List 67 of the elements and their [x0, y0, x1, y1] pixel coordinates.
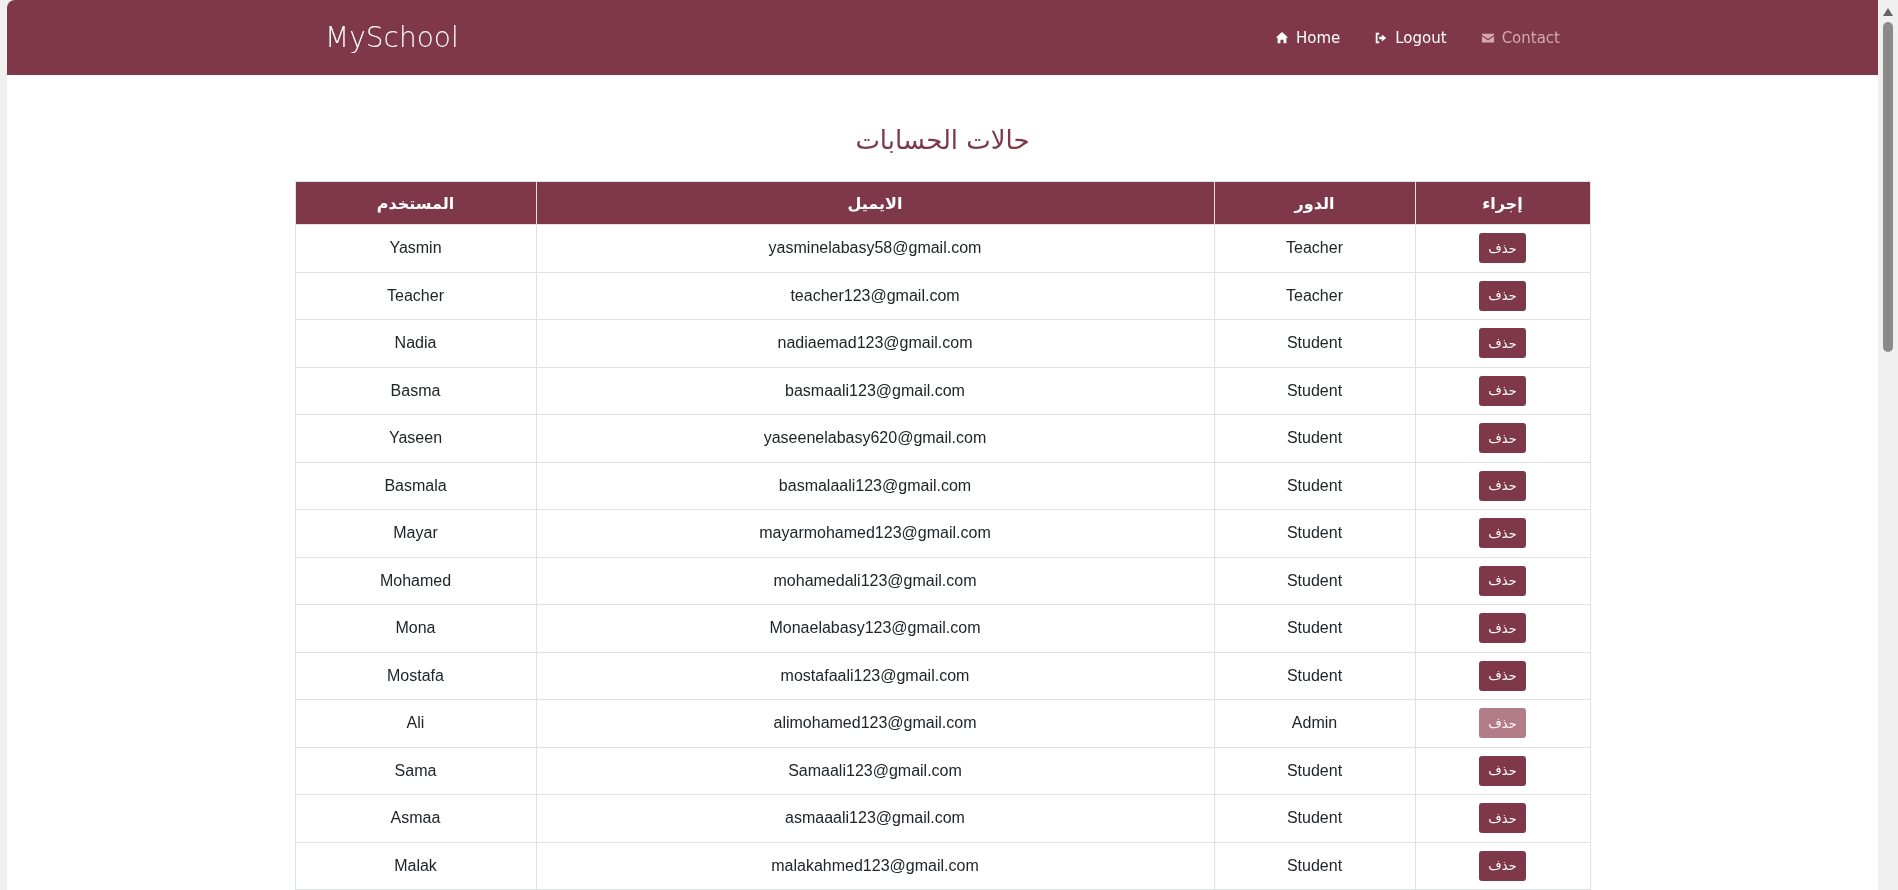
table-cell: Student [1214, 604, 1415, 652]
table-cell: basmaali123@gmail.com [536, 367, 1214, 415]
table-cell: basmalaali123@gmail.com [536, 462, 1214, 510]
table-cell: Yaseen [295, 414, 536, 462]
logout-icon [1374, 30, 1389, 45]
table-cell: Student [1214, 557, 1415, 605]
delete-button[interactable]: حذف [1479, 613, 1526, 644]
delete-button[interactable]: حذف [1479, 233, 1526, 264]
delete-button[interactable]: حذف [1479, 518, 1526, 549]
table-cell: Mohamed [295, 557, 536, 605]
home-icon [1275, 30, 1289, 45]
table-cell: Student [1214, 319, 1415, 367]
table-cell: Mona [295, 604, 536, 652]
table-cell: yaseenelabasy620@gmail.com [536, 414, 1214, 462]
column-header: الايميل [536, 181, 1214, 225]
table-cell: asmaaali123@gmail.com [536, 794, 1214, 842]
table-cell: malakahmed123@gmail.com [536, 842, 1214, 890]
table-cell: Basma [295, 367, 536, 415]
table-cell: yasminelabasy58@gmail.com [536, 224, 1214, 272]
delete-button[interactable]: حذف [1479, 850, 1526, 881]
table-cell: Sama [295, 747, 536, 795]
delete-button[interactable]: حذف [1479, 470, 1526, 501]
delete-button[interactable]: حذف [1479, 280, 1526, 311]
table-cell: Student [1214, 842, 1415, 890]
table-cell: Samaali123@gmail.com [536, 747, 1214, 795]
delete-button[interactable]: حذف [1479, 755, 1526, 786]
table-cell: Student [1214, 747, 1415, 795]
table-cell: mohamedali123@gmail.com [536, 557, 1214, 605]
table-cell: alimohamed123@gmail.com [536, 699, 1214, 747]
table-cell: Nadia [295, 319, 536, 367]
table-cell: Mayar [295, 509, 536, 557]
table-cell: Yasmin [295, 224, 536, 272]
delete-button[interactable]: حذف [1479, 328, 1526, 359]
table-cell: Student [1214, 462, 1415, 510]
table-cell: nadiaemad123@gmail.com [536, 319, 1214, 367]
table-cell: Student [1214, 509, 1415, 557]
column-header: المستخدم [295, 181, 536, 225]
table-cell: Basmala [295, 462, 536, 510]
delete-button[interactable]: حذف [1479, 423, 1526, 454]
table-cell: Teacher [1214, 224, 1415, 272]
column-header: إجراء [1415, 181, 1590, 225]
table-cell: teacher123@gmail.com [536, 272, 1214, 320]
table-cell: Mostafa [295, 652, 536, 700]
table-cell: Asmaa [295, 794, 536, 842]
delete-button[interactable]: حذف [1479, 375, 1526, 406]
scroll-up-icon[interactable] [1883, 8, 1893, 16]
delete-button[interactable]: حذف [1479, 660, 1526, 691]
table-cell: Ali [295, 699, 536, 747]
delete-button[interactable]: حذف [1479, 803, 1526, 834]
table-cell: Teacher [1214, 272, 1415, 320]
table-cell: mostafaali123@gmail.com [536, 652, 1214, 700]
table-cell: Admin [1214, 699, 1415, 747]
table-cell: Malak [295, 842, 536, 890]
brand-logo-text[interactable]: MySchool [325, 21, 459, 54]
table-cell: mayarmohamed123@gmail.com [536, 509, 1214, 557]
delete-button[interactable]: حذف [1479, 565, 1526, 596]
table-cell: Monaelabasy123@gmail.com [536, 604, 1214, 652]
table-cell: Student [1214, 414, 1415, 462]
column-header: الدور [1214, 181, 1415, 225]
page-title: حالات الحسابات [855, 125, 1030, 155]
table-cell: Teacher [295, 272, 536, 320]
scrollbar-thumb[interactable] [1883, 22, 1893, 352]
table-cell: Student [1214, 367, 1415, 415]
nav-link[interactable]: Logout [1374, 28, 1447, 47]
table-cell: Student [1214, 652, 1415, 700]
table-cell: Student [1214, 794, 1415, 842]
nav-link[interactable]: Home [1275, 28, 1341, 47]
